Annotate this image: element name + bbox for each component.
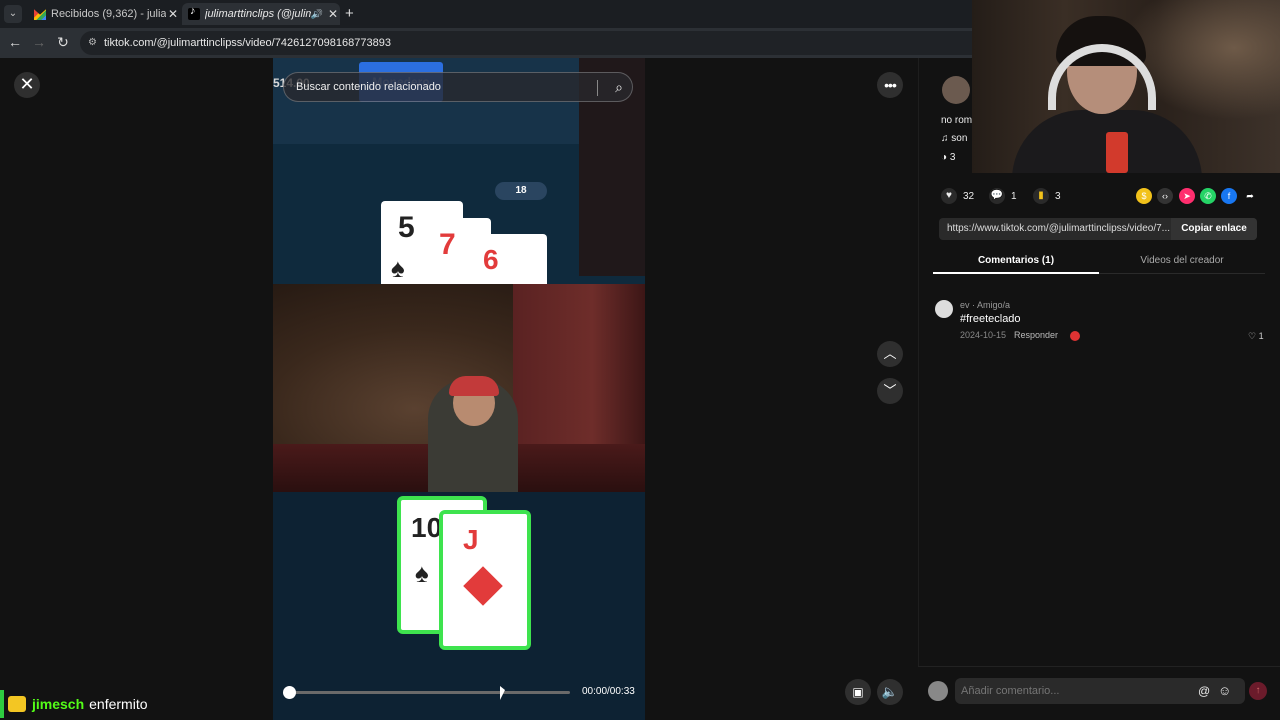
- volume-icon[interactable]: 🔈: [877, 679, 903, 705]
- reload-icon[interactable]: ↻: [54, 34, 72, 51]
- commenter-avatar[interactable]: [935, 300, 953, 318]
- tab-tiktok[interactable]: julimarttinclips (@julimartti 🔊 ✕: [182, 3, 340, 25]
- my-avatar: [928, 681, 948, 701]
- comment-text: #freeteclado: [960, 313, 1021, 325]
- close-tab-icon[interactable]: ✕: [326, 7, 340, 21]
- tab-gmail[interactable]: Recibidos (9,362) - julianjuaqui ✕: [28, 3, 180, 25]
- tab-search-icon[interactable]: ⌄: [4, 5, 22, 23]
- spade-icon: ♠: [415, 558, 429, 588]
- chat-accent-bar: [0, 690, 4, 718]
- collab-line: ◑ 3: [941, 152, 956, 163]
- playing-card: 6: [463, 234, 547, 290]
- card-rank: 6: [483, 244, 499, 275]
- save-count: 3: [1055, 190, 1061, 202]
- url-field[interactable]: ⚙ tiktok.com/@julimarttinclipss/video/74…: [80, 31, 972, 55]
- diamond-icon: [463, 566, 503, 606]
- emoji-icon[interactable]: ☺: [1218, 683, 1231, 698]
- streamer-camera: [273, 284, 645, 492]
- picture-in-picture-icon[interactable]: ▣: [845, 679, 871, 705]
- video-progress-bar[interactable]: [289, 691, 570, 694]
- streamer-webcam-overlay: [972, 0, 1280, 173]
- chat-username: jimesch: [32, 696, 85, 712]
- card-rank: J: [463, 524, 479, 555]
- close-tab-icon[interactable]: ✕: [166, 7, 180, 21]
- music-text: son: [951, 133, 968, 144]
- spade-icon: ♠: [391, 253, 405, 283]
- person-cap: [449, 376, 499, 396]
- whatsapp-icon[interactable]: ✆: [1200, 188, 1216, 204]
- close-video-button[interactable]: ✕: [14, 72, 40, 98]
- video-link: https://www.tiktok.com/@julimarttinclips…: [947, 223, 1170, 234]
- site-info-icon[interactable]: ⚙: [88, 31, 97, 55]
- creator-avatar[interactable]: [942, 76, 970, 104]
- video-description: no rom: [941, 115, 973, 126]
- back-icon[interactable]: ←: [6, 34, 24, 50]
- copy-link-button[interactable]: Copiar enlace: [1171, 218, 1257, 240]
- more-options-button[interactable]: •••: [877, 72, 903, 98]
- music-line: ♫ son: [941, 133, 968, 144]
- forward-icon[interactable]: →: [30, 34, 48, 50]
- tab-bar: ⌄ Recibidos (9,362) - julianjuaqui ✕ jul…: [0, 0, 972, 28]
- embed-icon[interactable]: ‹›: [1157, 188, 1173, 204]
- creator-liked-icon: [1070, 331, 1080, 341]
- link-copy-bar: https://www.tiktok.com/@julimarttinclips…: [939, 218, 1257, 240]
- search-icon[interactable]: ⌕: [615, 73, 623, 101]
- mouse-cursor: [500, 686, 505, 700]
- next-video-button[interactable]: ﹀: [877, 378, 903, 404]
- new-tab-button[interactable]: +: [345, 5, 354, 22]
- address-bar-row: ← → ↻ ⚙ tiktok.com/@julimarttinclipss/vi…: [0, 28, 972, 58]
- commenter-name[interactable]: ev · Amigo/a: [960, 300, 1010, 310]
- comment-icon: 💬: [989, 188, 1005, 204]
- hand-total-badge: 18: [495, 182, 547, 200]
- card-rank: 10: [411, 512, 443, 543]
- coin-share-icon[interactable]: $: [1136, 188, 1152, 204]
- video-player[interactable]: 514.00 Monedero 18 5♠ 7 6 10♠ J Buscar c…: [273, 58, 645, 720]
- tab-comments[interactable]: Comentarios (1): [933, 250, 1099, 274]
- facebook-icon[interactable]: f: [1221, 188, 1237, 204]
- panel-tabs: Comentarios (1) Videos del creador: [933, 250, 1265, 274]
- send-comment-button[interactable]: ↑: [1249, 682, 1267, 700]
- search-divider: [597, 80, 598, 96]
- tab-title: julimarttinclips (@julimartti: [205, 8, 311, 20]
- stream-chat-overlay: jimesch enfermito: [0, 690, 148, 718]
- drink-can: [1106, 132, 1128, 173]
- tab-title: Recibidos (9,362) - julianjuaqui: [51, 8, 166, 20]
- related-search-input[interactable]: Buscar contenido relacionado ⌕: [283, 72, 633, 102]
- share-arrow-icon[interactable]: ➦: [1242, 188, 1258, 204]
- progress-knob[interactable]: [283, 686, 296, 699]
- previous-video-button[interactable]: ︿: [877, 341, 903, 367]
- send-share-icon[interactable]: ➤: [1179, 188, 1195, 204]
- mention-icon[interactable]: @: [1198, 684, 1210, 698]
- chat-message: enfermito: [89, 696, 148, 712]
- speaker-icon[interactable]: 🔊: [311, 9, 322, 20]
- video-time: 00:00/00:33: [582, 686, 635, 697]
- tab-creator-videos[interactable]: Videos del creador: [1099, 250, 1265, 274]
- search-placeholder: Buscar contenido relacionado: [296, 81, 441, 93]
- comment-like[interactable]: ♡ 1: [1248, 331, 1264, 342]
- comment-stat[interactable]: 💬 1: [989, 188, 1017, 204]
- comment-like-count: 1: [1258, 331, 1264, 341]
- url-text: tiktok.com/@julimarttinclipss/video/7426…: [104, 37, 391, 49]
- chat-badge-icon: [8, 696, 26, 712]
- playing-card-highlighted: J: [439, 510, 531, 650]
- reply-button[interactable]: Responder: [1014, 330, 1058, 340]
- comment-date: 2024-10-15: [960, 330, 1007, 340]
- comment-count: 1: [1011, 190, 1017, 202]
- card-rank: 7: [439, 228, 456, 261]
- like-stat[interactable]: ♥ 32: [941, 188, 974, 204]
- bookmark-icon: ▮: [1033, 188, 1049, 204]
- like-count: 32: [963, 190, 975, 202]
- heart-icon: ♥: [941, 188, 957, 204]
- save-stat[interactable]: ▮ 3: [1033, 188, 1061, 204]
- tiktok-icon: [188, 5, 200, 20]
- collab-text: 3: [949, 152, 956, 163]
- card-rank: 5: [398, 211, 415, 244]
- gmail-icon: [34, 9, 46, 20]
